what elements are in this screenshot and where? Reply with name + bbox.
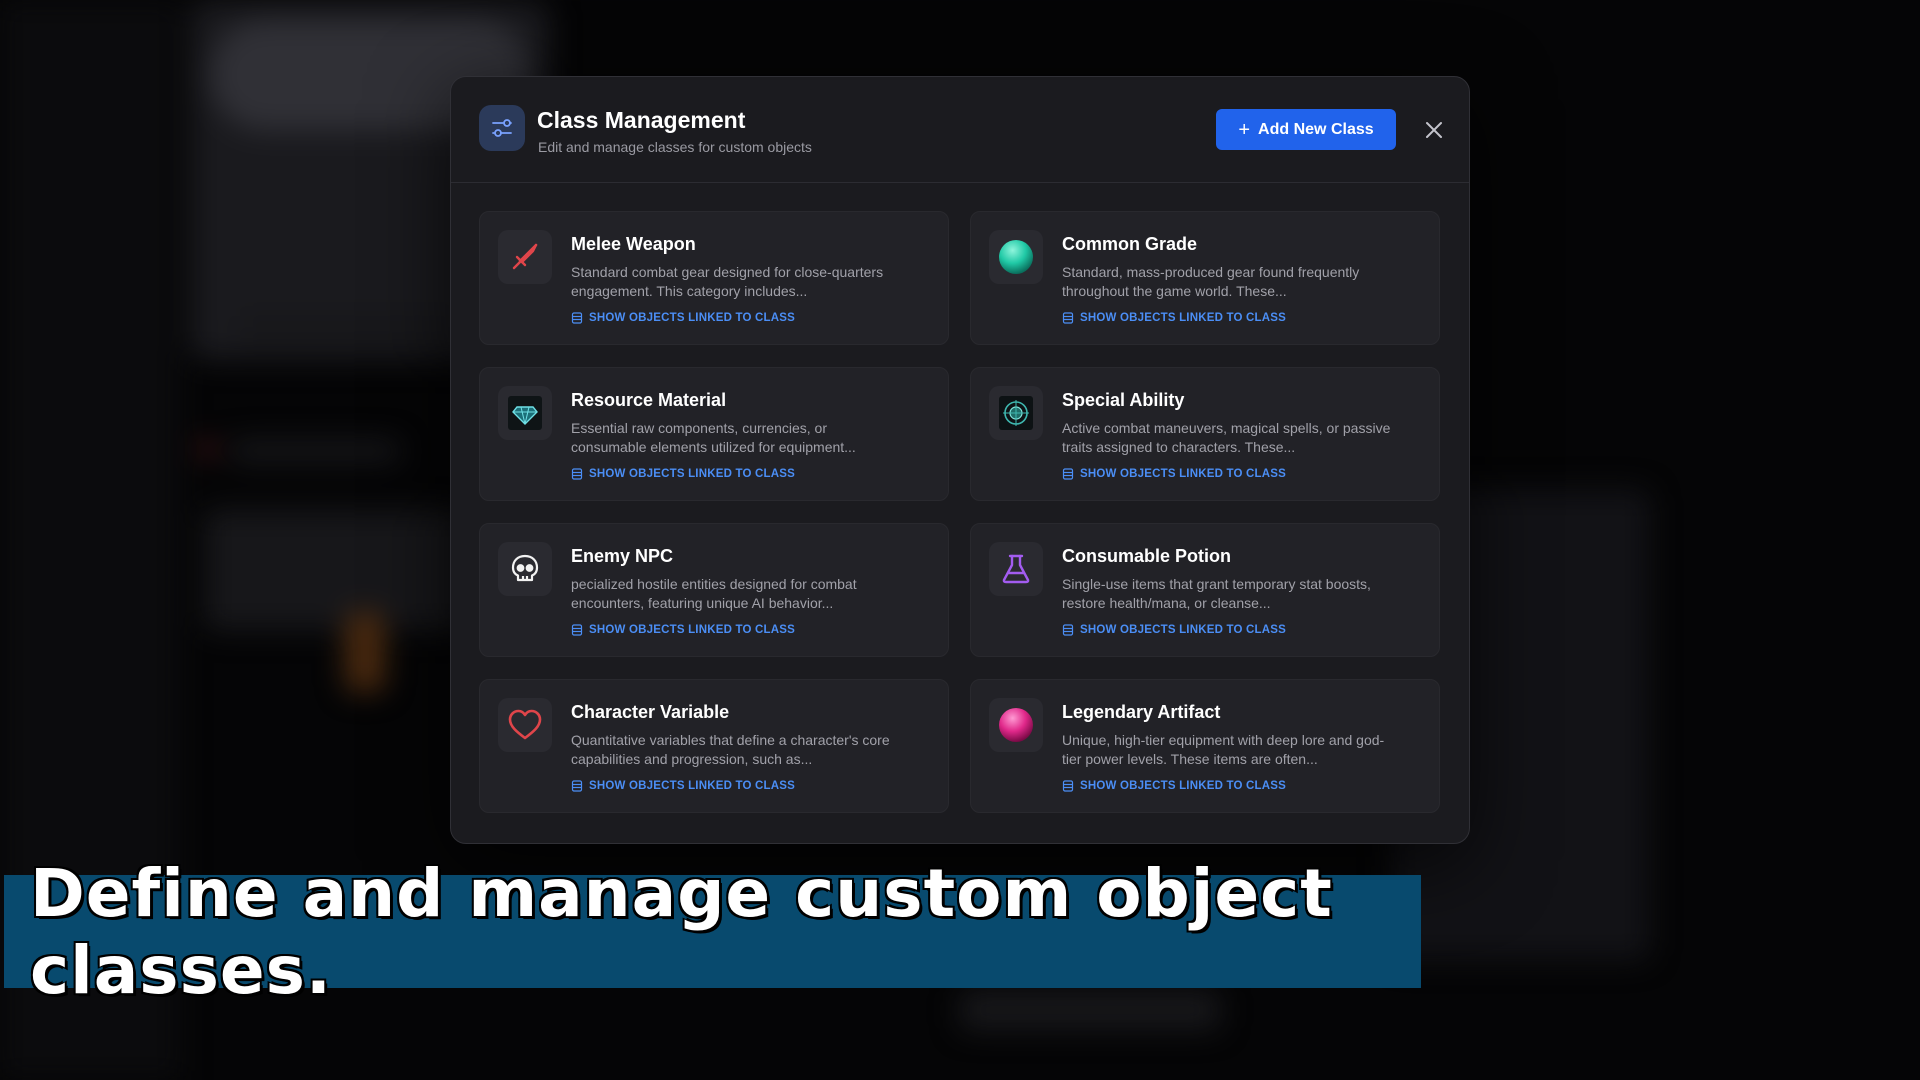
show-linked-objects-link[interactable]: SHOW OBJECTS LINKED TO CLASS: [571, 312, 795, 324]
class-description: Quantitative variables that define a cha…: [571, 732, 890, 767]
add-new-class-label: Add New Class: [1258, 120, 1374, 138]
show-linked-objects-label: SHOW OBJECTS LINKED TO CLASS: [1080, 780, 1287, 792]
database-icon: [571, 468, 583, 480]
modal-title: Class Management: [537, 107, 746, 133]
class-title: Consumable Potion: [1062, 546, 1232, 566]
gem-icon: [498, 386, 552, 440]
background-bar: [230, 440, 400, 462]
modal-subtitle: Edit and manage classes for custom objec…: [538, 139, 812, 155]
class-description: Essential raw components, currencies, or…: [571, 420, 856, 455]
show-linked-objects-link[interactable]: SHOW OBJECTS LINKED TO CLASS: [1062, 468, 1286, 480]
close-icon[interactable]: [1419, 115, 1449, 145]
database-icon: [1062, 780, 1074, 792]
class-title: Character Variable: [571, 702, 730, 722]
show-linked-objects-link[interactable]: SHOW OBJECTS LINKED TO CLASS: [1062, 780, 1286, 792]
show-linked-objects-label: SHOW OBJECTS LINKED TO CLASS: [1080, 624, 1287, 636]
class-title: Melee Weapon: [571, 234, 696, 254]
class-grid: Melee Weapon Standard combat gear design…: [479, 211, 1443, 813]
class-title: Special Ability: [1062, 390, 1185, 410]
class-description: pecialized hostile entities designed for…: [571, 576, 857, 611]
class-card[interactable]: Common Grade Standard, mass-produced gea…: [970, 211, 1440, 345]
caption-banner: Define and manage custom object classes.: [4, 855, 1421, 1009]
background-dot: [200, 442, 214, 456]
teal-orb-icon: [989, 230, 1043, 284]
class-description: Unique, high-tier equipment with deep lo…: [1062, 732, 1385, 767]
class-card[interactable]: Legendary Artifact Unique, high-tier equ…: [970, 679, 1440, 813]
class-description: Standard combat gear designed for close-…: [571, 264, 884, 299]
class-card[interactable]: Character Variable Quantitative variable…: [479, 679, 949, 813]
background-bar: [240, 315, 460, 345]
add-new-class-button[interactable]: + Add New Class: [1216, 109, 1396, 150]
flask-icon: [989, 542, 1043, 596]
show-linked-objects-label: SHOW OBJECTS LINKED TO CLASS: [1080, 468, 1287, 480]
show-linked-objects-link[interactable]: SHOW OBJECTS LINKED TO CLASS: [571, 780, 795, 792]
caption-text: Define and manage custom object classes.: [30, 854, 1333, 1009]
database-icon: [1062, 624, 1074, 636]
class-title: Legendary Artifact: [1062, 702, 1221, 722]
class-description: Standard, mass-produced gear found frequ…: [1062, 264, 1360, 299]
show-linked-objects-label: SHOW OBJECTS LINKED TO CLASS: [1080, 312, 1287, 324]
show-linked-objects-link[interactable]: SHOW OBJECTS LINKED TO CLASS: [571, 624, 795, 636]
show-linked-objects-link[interactable]: SHOW OBJECTS LINKED TO CLASS: [1062, 624, 1286, 636]
class-title: Common Grade: [1062, 234, 1198, 254]
class-description: Active combat maneuvers, magical spells,…: [1062, 420, 1391, 455]
background-accent: [345, 612, 385, 692]
class-management-modal: Class Management Edit and manage classes…: [450, 76, 1470, 844]
show-linked-objects-label: SHOW OBJECTS LINKED TO CLASS: [589, 780, 796, 792]
class-title: Enemy NPC: [571, 546, 674, 566]
show-linked-objects-label: SHOW OBJECTS LINKED TO CLASS: [589, 624, 796, 636]
class-description: Single-use items that grant temporary st…: [1062, 576, 1371, 611]
modal-header: Class Management Edit and manage classes…: [451, 77, 1469, 183]
class-card[interactable]: Resource Material Essential raw componen…: [479, 367, 949, 501]
class-card[interactable]: Enemy NPC pecialized hostile entities de…: [479, 523, 949, 657]
skull-icon: [498, 542, 552, 596]
show-linked-objects-label: SHOW OBJECTS LINKED TO CLASS: [589, 468, 796, 480]
magenta-orb-icon: [989, 698, 1043, 752]
show-linked-objects-link[interactable]: SHOW OBJECTS LINKED TO CLASS: [571, 468, 795, 480]
class-card[interactable]: Melee Weapon Standard combat gear design…: [479, 211, 949, 345]
show-linked-objects-label: SHOW OBJECTS LINKED TO CLASS: [589, 312, 796, 324]
database-icon: [571, 312, 583, 324]
plus-icon: +: [1238, 118, 1251, 141]
database-icon: [1062, 312, 1074, 324]
sliders-icon: [479, 105, 525, 151]
database-icon: [1062, 468, 1074, 480]
class-title: Resource Material: [571, 390, 727, 410]
show-linked-objects-link[interactable]: SHOW OBJECTS LINKED TO CLASS: [1062, 312, 1286, 324]
class-card[interactable]: Consumable Potion Single-use items that …: [970, 523, 1440, 657]
heart-icon: [498, 698, 552, 752]
database-icon: [571, 780, 583, 792]
class-card[interactable]: Special Ability Active combat maneuvers,…: [970, 367, 1440, 501]
rune-icon: [989, 386, 1043, 440]
database-icon: [571, 624, 583, 636]
background-panel: [205, 510, 465, 630]
sword-icon: [498, 230, 552, 284]
